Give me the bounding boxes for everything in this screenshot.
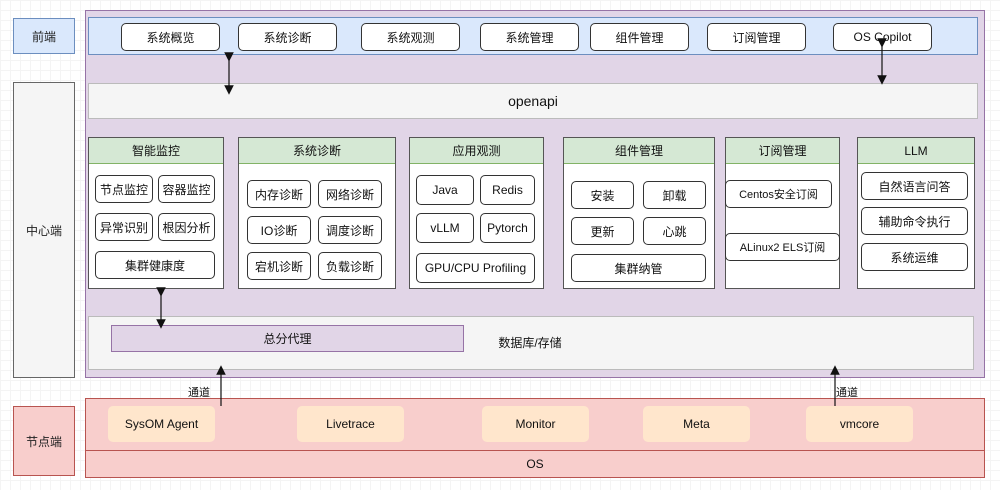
connector-arrows: [156, 38, 887, 406]
